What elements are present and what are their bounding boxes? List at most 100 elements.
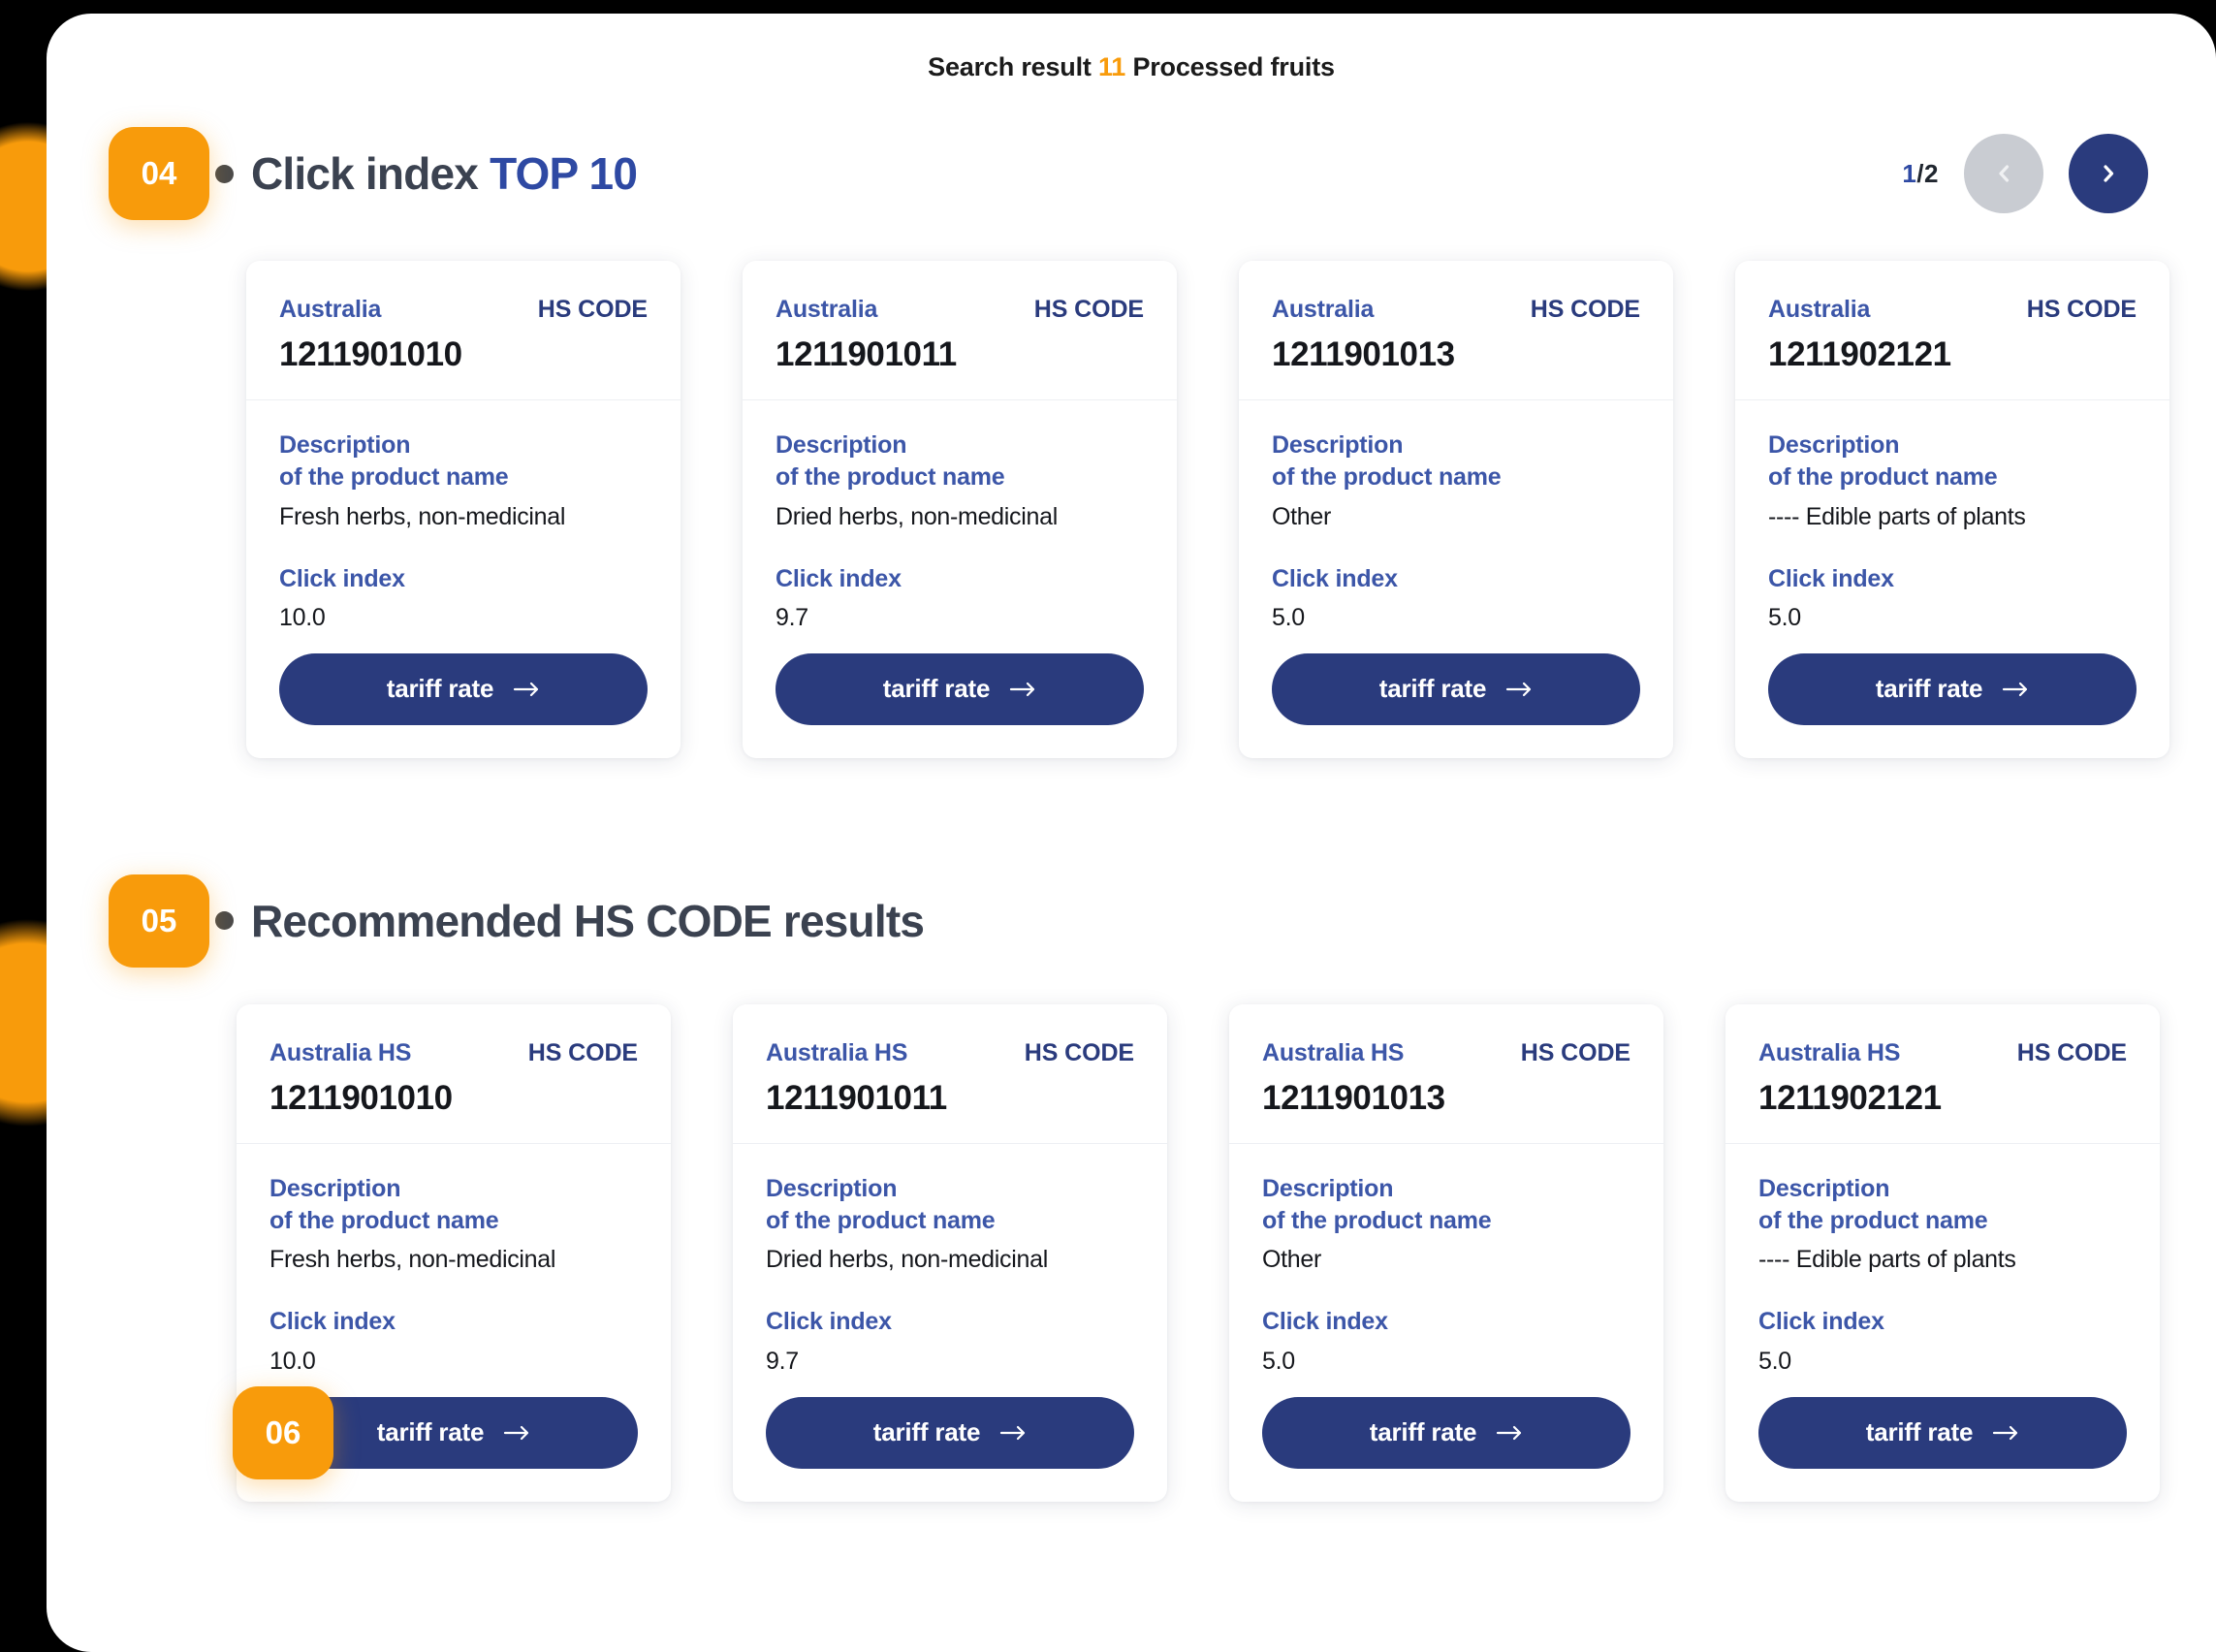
click-index-value: 10.0 — [279, 603, 326, 631]
card-header: Australia HS CODE 1211901011 — [743, 261, 1177, 400]
tariff-rate-button[interactable]: tariff rate — [1272, 652, 1640, 725]
tariff-button-wrapper: 06 tariff rate — [233, 1385, 638, 1479]
click-index-value: 5.0 — [1262, 1347, 1295, 1375]
card-body: Description of the product name Dried he… — [743, 400, 1177, 758]
tariff-rate-button[interactable]: tariff rate — [1262, 1396, 1630, 1469]
section-recommended-hs-code: 05 Recommended HS CODE results Australia… — [47, 874, 2216, 1502]
click-index-value: 9.7 — [766, 1347, 799, 1375]
card-country: Australia — [279, 296, 382, 323]
pagination-total: 2 — [1924, 158, 1939, 188]
grid-column: Australia HS HS CODE 1211901011 Descript… — [702, 1003, 1198, 1502]
tariff-button-wrapper: tariff rate — [1758, 1396, 2127, 1469]
tariff-rate-button[interactable]: tariff rate — [1768, 652, 2137, 725]
card-header-row: Australia HS CODE — [1768, 296, 2137, 324]
card-hs-code: 1211901011 — [766, 1078, 947, 1117]
card-hs-code: 1211901011 — [776, 335, 957, 373]
grid-column: Australia HS HS CODE 1211901010 Descript… — [206, 1003, 702, 1502]
description-label-line1: Description — [269, 1174, 401, 1202]
hs-code-card[interactable]: Australia HS HS CODE 1211901011 Descript… — [733, 1003, 1167, 1502]
hs-code-card[interactable]: Australia HS CODE 1211901013 Description… — [1239, 261, 1673, 758]
tariff-rate-button[interactable]: tariff rate — [1758, 1396, 2127, 1469]
card-country: Australia HS — [269, 1038, 412, 1066]
description-label: Description of the product name — [1768, 429, 2137, 494]
pagination-prev-button[interactable] — [1964, 134, 2043, 213]
tariff-rate-label: tariff rate — [882, 674, 991, 704]
step-badge-04: 04 — [109, 127, 209, 220]
hs-code-card[interactable]: Australia HS HS CODE 1211901013 Descript… — [1229, 1003, 1663, 1502]
grid-column: Australia HS CODE 1211901013 Description… — [1208, 261, 1704, 758]
card-header: Australia HS HS CODE 1211902121 — [1725, 1004, 2160, 1144]
hs-code-card[interactable]: Australia HS CODE 1211902121 Description… — [1735, 261, 2169, 758]
card-body: Description of the product name Other Cl… — [1229, 1144, 1663, 1502]
click-index-label: Click index — [1768, 564, 1894, 592]
description-label-line1: Description — [776, 431, 907, 459]
card-hs-code: 1211901013 — [1262, 1078, 1445, 1117]
bullet-dot-icon — [215, 911, 234, 931]
card-country: Australia HS — [1262, 1038, 1405, 1066]
tariff-button-wrapper: tariff rate — [776, 652, 1144, 725]
section-title: Recommended HS CODE results — [215, 895, 925, 947]
section-title-text: Recommended HS CODE results — [251, 895, 925, 947]
tariff-button-wrapper: tariff rate — [279, 652, 648, 725]
card-header-row: Australia HS HS CODE — [1262, 1039, 1630, 1067]
hs-code-card[interactable]: Australia HS CODE 1211901010 Description… — [246, 261, 681, 758]
pagination-controls: 1/2 — [1902, 134, 2148, 213]
app-panel: Search result 11 Processed fruits 04 Cli… — [47, 14, 2216, 1652]
card-country: Australia HS — [1758, 1038, 1901, 1066]
tariff-rate-label: tariff rate — [1875, 674, 1983, 704]
search-result-suffix: Processed fruits — [1132, 52, 1335, 81]
card-hs-label: HS CODE — [537, 296, 648, 323]
card-hs-code: 1211902121 — [1758, 1078, 1942, 1117]
tariff-rate-button[interactable]: tariff rate — [776, 652, 1144, 725]
card-body: Description of the product name ---- Edi… — [1735, 400, 2169, 758]
section-title-text: Click index TOP 10 — [251, 147, 638, 200]
section-title-accent: TOP 10 — [490, 148, 638, 199]
hs-code-card[interactable]: Australia HS CODE 1211901011 Description… — [743, 261, 1177, 758]
card-header-row: Australia HS CODE — [1272, 296, 1640, 324]
pagination-count: 1/2 — [1902, 159, 1939, 189]
pagination-next-button[interactable] — [2069, 134, 2148, 213]
tariff-button-wrapper: tariff rate — [1272, 652, 1640, 725]
card-header: Australia HS HS CODE 1211901011 — [733, 1004, 1167, 1144]
description-value: ---- Edible parts of plants — [1758, 1246, 2016, 1274]
description-label: Description of the product name — [269, 1173, 638, 1238]
tariff-rate-button[interactable]: tariff rate — [766, 1396, 1134, 1469]
hs-code-card[interactable]: Australia HS HS CODE 1211901010 Descript… — [233, 1003, 671, 1502]
section-title: Click index TOP 10 — [215, 147, 638, 200]
chevron-left-icon — [1999, 165, 2010, 182]
hs-code-card[interactable]: Australia HS HS CODE 1211902121 Descript… — [1725, 1003, 2160, 1502]
description-value: Dried herbs, non-medicinal — [776, 502, 1058, 530]
description-label: Description of the product name — [279, 429, 648, 494]
description-value: Fresh herbs, non-medicinal — [269, 1246, 556, 1274]
click-index-value: 5.0 — [1272, 603, 1305, 631]
description-label-line2: of the product name — [776, 463, 1005, 492]
click-index-label: Click index — [1758, 1308, 1884, 1336]
tariff-rate-label: tariff rate — [1369, 1417, 1477, 1446]
arrow-right-icon — [514, 682, 539, 696]
step-badge-05: 05 — [109, 874, 209, 968]
section-header: 04 Click index TOP 10 1/2 — [109, 127, 2216, 220]
arrow-right-icon — [504, 1425, 529, 1440]
card-body: Description of the product name Fresh he… — [233, 1144, 671, 1502]
description-label-line1: Description — [1262, 1174, 1394, 1202]
tariff-rate-button[interactable]: tariff rate — [279, 652, 648, 725]
card-hs-label: HS CODE — [2016, 1038, 2127, 1066]
arrow-right-icon — [1497, 1425, 1522, 1440]
description-label-line2: of the product name — [279, 463, 509, 492]
tariff-rate-label: tariff rate — [376, 1417, 485, 1446]
card-header-row: Australia HS HS CODE — [269, 1039, 638, 1067]
card-hs-code: 1211901010 — [279, 335, 462, 373]
section-title-main: Click index — [251, 148, 491, 199]
card-header: Australia HS CODE 1211901013 — [1239, 261, 1673, 400]
screen-root: Search result 11 Processed fruits 04 Cli… — [0, 0, 2216, 1652]
arrow-right-icon — [1506, 682, 1532, 696]
click-index-label: Click index — [269, 1308, 396, 1336]
description-value: ---- Edible parts of plants — [1768, 502, 2026, 530]
description-value: Other — [1272, 502, 1332, 530]
grid-column: Australia HS HS CODE 1211901013 Descript… — [1198, 1003, 1694, 1502]
card-header-row: Australia HS CODE — [776, 296, 1144, 324]
